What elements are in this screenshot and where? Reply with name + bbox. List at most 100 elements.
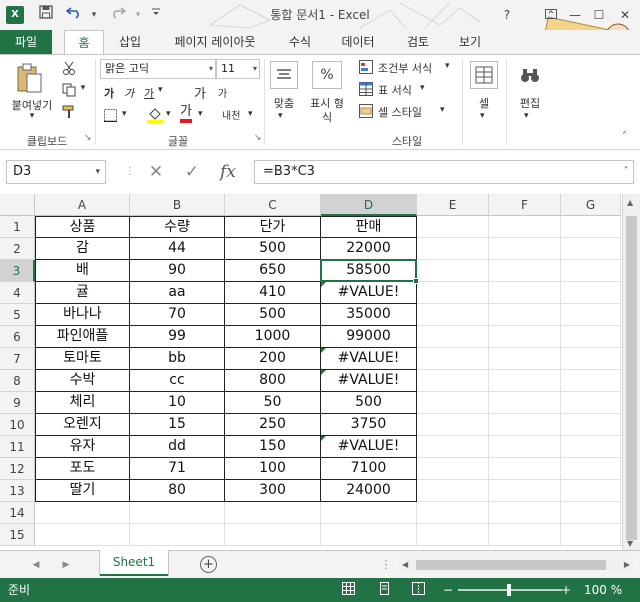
tab-file[interactable]: 파일 [0,30,52,54]
column-header-b[interactable]: B [130,194,225,216]
row-header[interactable]: 7 [0,348,35,370]
cell-g7[interactable] [561,348,621,370]
row-header[interactable]: 15 [0,524,35,546]
row-header[interactable]: 14 [0,502,35,524]
horizontal-scroll-thumb[interactable] [416,560,606,570]
cell-d8[interactable]: #VALUE! [321,370,417,392]
column-header-c[interactable]: C [225,194,321,216]
row-header[interactable]: 9 [0,392,35,414]
cell-f10[interactable] [489,414,561,436]
align-icon[interactable] [270,61,298,89]
cell-b11[interactable]: dd [130,436,225,458]
tab-formulas[interactable]: 수식 [280,30,320,54]
column-header-f[interactable]: F [489,194,561,216]
cell-e12[interactable] [417,458,489,480]
alignment-button[interactable]: 맞춤 [266,95,302,111]
cell-f12[interactable] [489,458,561,480]
cell-a13[interactable]: 딸기 [35,480,130,502]
cell-a4[interactable]: 귤 [35,282,130,304]
cell-e1[interactable] [417,216,489,238]
cell-g10[interactable] [561,414,621,436]
insert-function-button[interactable]: fx [216,160,240,184]
cell-g15[interactable] [561,524,621,546]
formula-input[interactable]: =B3*C3 [254,160,634,184]
cell-d10[interactable]: 3750 [321,414,417,436]
underline-button[interactable]: 가 [144,85,154,101]
cell-c1[interactable]: 단가 [225,216,321,238]
cell-b15[interactable] [130,524,225,546]
cell-c11[interactable]: 150 [225,436,321,458]
zoom-slider-thumb[interactable] [507,584,511,596]
select-all-corner[interactable] [0,194,35,216]
cell-g13[interactable] [561,480,621,502]
page-layout-view-icon[interactable] [376,582,392,598]
cell-a15[interactable] [35,524,130,546]
cell-styles-dropdown-icon[interactable]: ▾ [440,105,445,115]
cell-b7[interactable]: bb [130,348,225,370]
normal-view-icon[interactable] [340,582,356,598]
sheet-tab-sheet1[interactable]: Sheet1 [100,550,168,576]
font-name-select[interactable]: 맑은 고딕 ▾ [100,59,216,79]
scroll-right-icon[interactable]: ▶ [624,559,630,571]
undo-dropdown-icon[interactable]: ▾ [84,5,104,25]
italic-button[interactable]: 가 [124,85,134,101]
font-size-select[interactable]: 11 ▾ [216,59,260,79]
minimize-button[interactable]: — [562,0,588,30]
cell-a2[interactable]: 감 [35,238,130,260]
format-as-table-icon[interactable] [358,81,374,97]
tab-page-layout[interactable]: 페이지 레이아웃 [160,30,270,54]
cell-a12[interactable]: 포도 [35,458,130,480]
cell-c13[interactable]: 300 [225,480,321,502]
cell-d2[interactable]: 22000 [321,238,417,260]
alignment-dropdown-icon[interactable]: ▾ [278,111,283,121]
cell-g2[interactable] [561,238,621,260]
tab-view[interactable]: 보기 [448,30,492,54]
underline-dropdown-icon[interactable]: ▾ [158,85,163,95]
font-color-button[interactable]: 가 [180,105,192,123]
cell-c6[interactable]: 1000 [225,326,321,348]
cell-b6[interactable]: 99 [130,326,225,348]
cell-a3[interactable]: 배 [35,260,130,282]
clipboard-launcher-icon[interactable]: ↘ [84,133,92,143]
conditional-format-dropdown-icon[interactable]: ▾ [445,61,450,71]
column-header-e[interactable]: E [417,194,489,216]
row-header[interactable]: 4 [0,282,35,304]
cell-e10[interactable] [417,414,489,436]
column-header-g[interactable]: G [561,194,621,216]
vertical-scroll-thumb[interactable] [626,216,637,540]
column-header-a[interactable]: A [35,194,130,216]
cell-c9[interactable]: 50 [225,392,321,414]
cell-b1[interactable]: 수량 [130,216,225,238]
row-header[interactable]: 12 [0,458,35,480]
cells-dropdown-icon[interactable]: ▾ [480,111,485,121]
redo-icon[interactable] [108,5,128,25]
cell-e14[interactable] [417,502,489,524]
cell-a8[interactable]: 수박 [35,370,130,392]
cell-g14[interactable] [561,502,621,524]
cell-c7[interactable]: 200 [225,348,321,370]
worksheet-grid[interactable]: A B C D E F G 1 상품 수량 단가 판매 2 감 44 500 22000 3 배 90 650 58500… [0,194,622,550]
cell-c5[interactable]: 500 [225,304,321,326]
scroll-down-icon[interactable]: ▼ [627,539,633,548]
cells-icon[interactable] [470,61,498,89]
cell-b9[interactable]: 10 [130,392,225,414]
cut-icon[interactable] [60,59,78,77]
cell-b13[interactable]: 80 [130,480,225,502]
cell-f11[interactable] [489,436,561,458]
fill-color-dropdown-icon[interactable]: ▾ [166,109,171,119]
cell-a9[interactable]: 체리 [35,392,130,414]
cell-a5[interactable]: 바나나 [35,304,130,326]
cell-e3[interactable] [417,260,489,282]
row-header[interactable]: 11 [0,436,35,458]
cell-styles-button[interactable]: 셀 스타일 [378,104,422,120]
cancel-formula-button[interactable]: ✕ [144,160,168,184]
cell-c15[interactable] [225,524,321,546]
cell-e6[interactable] [417,326,489,348]
borders-dropdown-icon[interactable]: ▾ [122,109,127,119]
cell-e8[interactable] [417,370,489,392]
phonetic-button[interactable]: 내천 [222,107,240,122]
bold-button[interactable]: 가 [104,85,114,101]
cell-g1[interactable] [561,216,621,238]
help-button[interactable]: ? [494,0,520,30]
row-header[interactable]: 2 [0,238,35,260]
